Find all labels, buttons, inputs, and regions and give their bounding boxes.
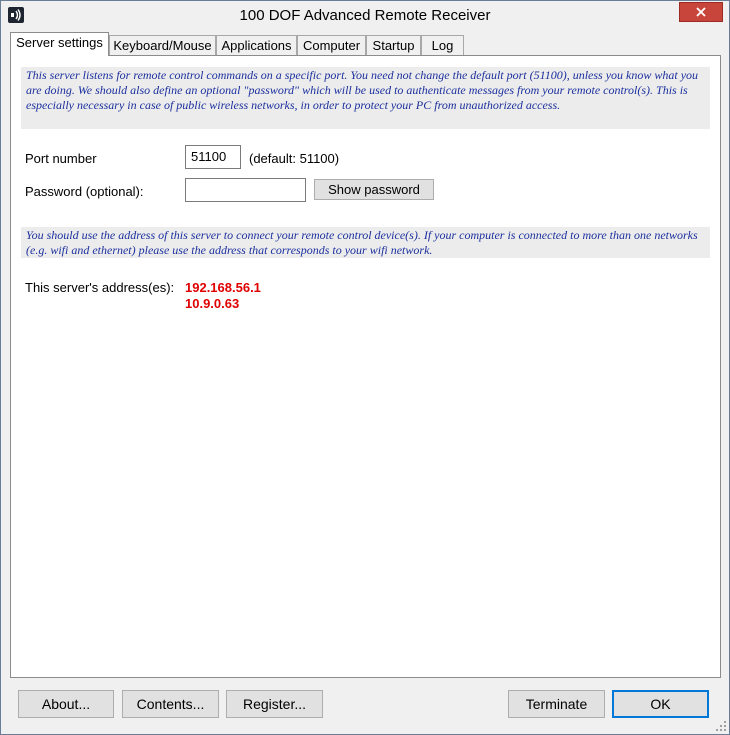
- port-number-input[interactable]: 51100: [185, 145, 241, 169]
- port-default-hint: (default: 51100): [249, 151, 340, 166]
- tab-startup[interactable]: Startup: [366, 35, 421, 55]
- title-bar[interactable]: 100 DOF Advanced Remote Receiver: [1, 1, 729, 31]
- server-settings-panel: This server listens for remote control c…: [10, 55, 721, 678]
- port-number-label: Port number: [25, 151, 97, 166]
- password-input[interactable]: [185, 178, 306, 202]
- port-info-text: This server listens for remote control c…: [21, 67, 710, 129]
- window-title: 100 DOF Advanced Remote Receiver: [239, 7, 491, 24]
- server-address-2: 10.9.0.63: [185, 296, 240, 311]
- tab-keyboard-mouse[interactable]: Keyboard/Mouse: [109, 35, 216, 55]
- resize-grip-icon[interactable]: [715, 720, 727, 732]
- about-button[interactable]: About...: [18, 690, 114, 718]
- contents-button[interactable]: Contents...: [122, 690, 219, 718]
- close-icon: [696, 7, 706, 17]
- password-label: Password (optional):: [25, 184, 144, 199]
- ok-button[interactable]: OK: [612, 690, 709, 718]
- tab-server-settings[interactable]: Server settings: [10, 32, 109, 56]
- tab-log[interactable]: Log: [421, 35, 464, 55]
- close-button[interactable]: [679, 2, 723, 22]
- server-address-1: 192.168.56.1: [185, 280, 261, 295]
- terminate-button[interactable]: Terminate: [508, 690, 605, 718]
- app-window: 100 DOF Advanced Remote Receiver Server …: [0, 0, 730, 735]
- register-button[interactable]: Register...: [226, 690, 323, 718]
- server-address-label: This server's address(es):: [25, 280, 175, 295]
- address-info-text: You should use the address of this serve…: [21, 227, 710, 258]
- tab-computer[interactable]: Computer: [297, 35, 366, 55]
- tab-applications[interactable]: Applications: [216, 35, 297, 55]
- show-password-button[interactable]: Show password: [314, 179, 434, 200]
